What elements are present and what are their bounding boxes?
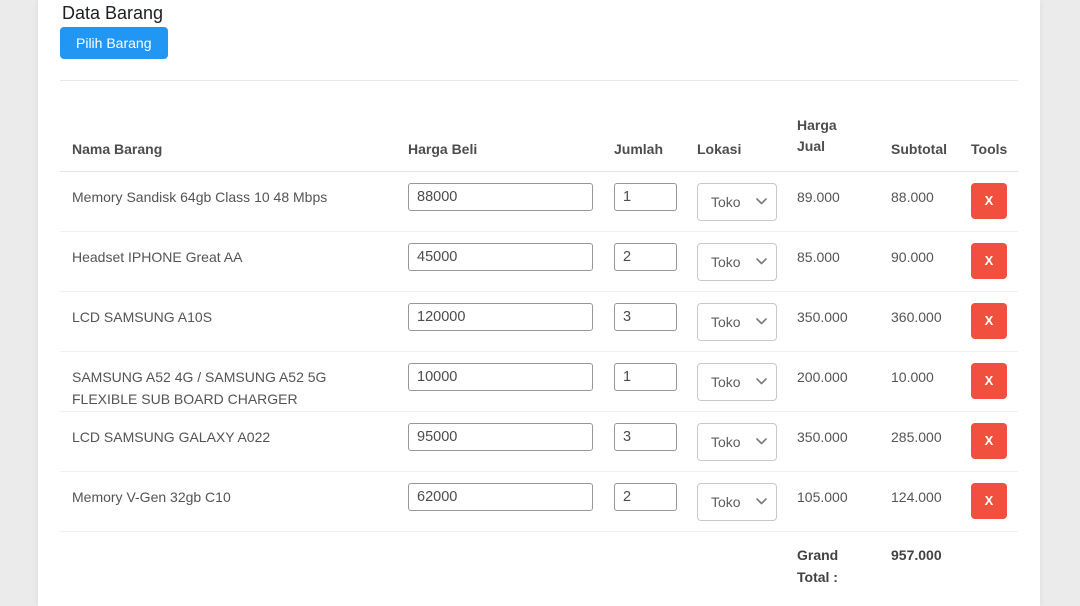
nama-barang-cell: Headset IPHONE Great AA	[60, 231, 396, 291]
table-body: Memory Sandisk 64gb Class 10 48 Mbps Tok…	[60, 171, 1018, 531]
subtotal-cell: 88.000	[879, 171, 959, 231]
jumlah-input[interactable]	[614, 423, 677, 451]
lokasi-select[interactable]: Toko	[697, 423, 777, 461]
harga-beli-input[interactable]	[408, 243, 593, 271]
harga-jual-cell: 350.000	[785, 291, 879, 351]
delete-row-button[interactable]: X	[971, 363, 1007, 399]
chevron-down-icon	[756, 258, 767, 265]
lokasi-selected-value: Toko	[711, 191, 741, 213]
chevron-down-icon	[756, 498, 767, 505]
nama-barang-cell: Memory V-Gen 32gb C10	[60, 471, 396, 531]
delete-row-button[interactable]: X	[971, 423, 1007, 459]
jumlah-input[interactable]	[614, 363, 677, 391]
jumlah-input[interactable]	[614, 483, 677, 511]
lokasi-select[interactable]: Toko	[697, 483, 777, 521]
subtotal-cell: 10.000	[879, 351, 959, 411]
chevron-down-icon	[756, 378, 767, 385]
jumlah-input[interactable]	[614, 303, 677, 331]
lokasi-selected-value: Toko	[711, 371, 741, 393]
table-row: Headset IPHONE Great AA Toko 85.000 90.0…	[60, 231, 1018, 291]
items-table: Nama Barang Harga Beli Jumlah Lokasi Har…	[60, 81, 1018, 599]
chevron-down-icon	[756, 318, 767, 325]
delete-row-button[interactable]: X	[971, 243, 1007, 279]
delete-row-button[interactable]: X	[971, 483, 1007, 519]
table-row: SAMSUNG A52 4G / SAMSUNG A52 5G FLEXIBLE…	[60, 351, 1018, 411]
table-header-row: Nama Barang Harga Beli Jumlah Lokasi Har…	[60, 81, 1018, 171]
card-header: Data Barang Pilih Barang	[38, 0, 1040, 81]
column-header-tools: Tools	[959, 81, 1018, 171]
delete-row-button[interactable]: X	[971, 183, 1007, 219]
table-row: Memory V-Gen 32gb C10 Toko 105.000 124.0…	[60, 471, 1018, 531]
lokasi-select[interactable]: Toko	[697, 363, 777, 401]
pilih-barang-button[interactable]: Pilih Barang	[60, 27, 168, 59]
table-row: LCD SAMSUNG GALAXY A022 Toko 350.000 285…	[60, 411, 1018, 471]
grand-total-value: 957.000	[879, 531, 959, 599]
harga-jual-cell: 350.000	[785, 411, 879, 471]
jumlah-input[interactable]	[614, 183, 677, 211]
jumlah-input[interactable]	[614, 243, 677, 271]
lokasi-select[interactable]: Toko	[697, 243, 777, 281]
column-header-harga-jual: Harga Jual	[785, 81, 879, 171]
harga-beli-input[interactable]	[408, 303, 593, 331]
subtotal-cell: 285.000	[879, 411, 959, 471]
harga-jual-cell: 85.000	[785, 231, 879, 291]
lokasi-select[interactable]: Toko	[697, 183, 777, 221]
nama-barang-cell: SAMSUNG A52 4G / SAMSUNG A52 5G FLEXIBLE…	[60, 351, 396, 411]
data-barang-card: Data Barang Pilih Barang Nama Barang Har…	[38, 0, 1040, 606]
grand-total-label: Grand Total :	[785, 531, 879, 599]
lokasi-selected-value: Toko	[711, 251, 741, 273]
grand-total-row: Grand Total : 957.000	[60, 531, 1018, 599]
harga-jual-cell: 105.000	[785, 471, 879, 531]
table-row: Memory Sandisk 64gb Class 10 48 Mbps Tok…	[60, 171, 1018, 231]
harga-beli-input[interactable]	[408, 483, 593, 511]
lokasi-selected-value: Toko	[711, 491, 741, 513]
subtotal-cell: 124.000	[879, 471, 959, 531]
subtotal-cell: 90.000	[879, 231, 959, 291]
items-table-wrap: Nama Barang Harga Beli Jumlah Lokasi Har…	[60, 81, 1018, 599]
column-header-harga-beli: Harga Beli	[396, 81, 602, 171]
harga-beli-input[interactable]	[408, 183, 593, 211]
delete-row-button[interactable]: X	[971, 303, 1007, 339]
lokasi-selected-value: Toko	[711, 431, 741, 453]
harga-beli-input[interactable]	[408, 423, 593, 451]
table-row: LCD SAMSUNG A10S Toko 350.000 360.000 X	[60, 291, 1018, 351]
nama-barang-cell: LCD SAMSUNG A10S	[60, 291, 396, 351]
nama-barang-cell: Memory Sandisk 64gb Class 10 48 Mbps	[60, 171, 396, 231]
chevron-down-icon	[756, 438, 767, 445]
page-title: Data Barang	[62, 2, 1018, 25]
harga-beli-input[interactable]	[408, 363, 593, 391]
harga-jual-cell: 200.000	[785, 351, 879, 411]
nama-barang-cell: LCD SAMSUNG GALAXY A022	[60, 411, 396, 471]
chevron-down-icon	[756, 198, 767, 205]
column-header-lokasi: Lokasi	[685, 81, 785, 171]
column-header-subtotal: Subtotal	[879, 81, 959, 171]
column-header-jumlah: Jumlah	[602, 81, 685, 171]
lokasi-select[interactable]: Toko	[697, 303, 777, 341]
subtotal-cell: 360.000	[879, 291, 959, 351]
harga-jual-cell: 89.000	[785, 171, 879, 231]
column-header-nama-barang: Nama Barang	[60, 81, 396, 171]
lokasi-selected-value: Toko	[711, 311, 741, 333]
